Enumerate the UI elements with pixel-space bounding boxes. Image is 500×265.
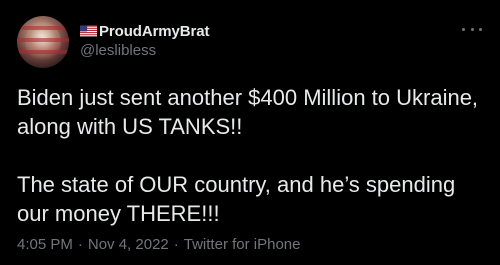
author-handle[interactable]: @leslibless	[80, 42, 156, 59]
tweet-paragraph: The state of OUR country, and he’s spend…	[17, 172, 456, 226]
avatar[interactable]	[17, 16, 69, 68]
avatar-stripe	[17, 26, 69, 30]
tweet-card: ProudArmyBrat @leslibless Biden just sen…	[0, 0, 500, 265]
tweet-source[interactable]: Twitter for iPhone	[184, 236, 301, 253]
us-flag-icon	[80, 25, 97, 37]
tweet-date[interactable]: Nov 4, 2022	[88, 236, 169, 253]
avatar-stripe	[17, 38, 69, 42]
author-display-name[interactable]: ProudArmyBrat	[99, 23, 209, 40]
avatar-stripe	[17, 50, 69, 54]
more-dot	[462, 27, 465, 31]
more-dot	[479, 27, 482, 31]
tweet-metadata: 4:05 PM · Nov 4, 2022 · Twitter for iPho…	[17, 236, 300, 253]
tweet-time[interactable]: 4:05 PM	[17, 236, 73, 253]
more-dot	[470, 27, 474, 31]
author-name-row[interactable]: ProudArmyBrat	[80, 22, 209, 40]
meta-separator: ·	[77, 236, 83, 253]
tweet-paragraph: Biden just sent another $400 Million to …	[17, 85, 479, 139]
meta-separator: ·	[173, 236, 179, 253]
more-options-icon[interactable]	[462, 24, 482, 34]
tweet-text: Biden just sent another $400 Million to …	[17, 83, 487, 228]
